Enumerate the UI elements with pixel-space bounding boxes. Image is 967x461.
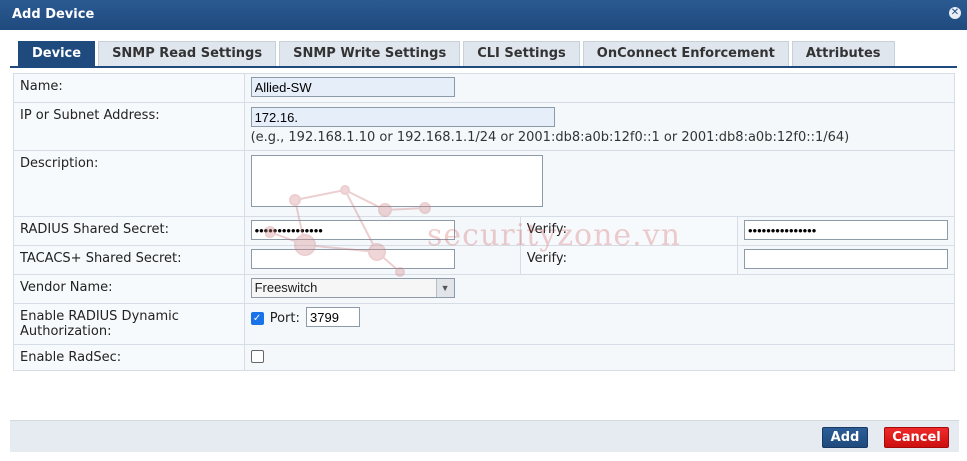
tacacs-verify-label: Verify: xyxy=(519,245,739,275)
vendor-selected-value: Freeswitch xyxy=(254,280,318,295)
add-button[interactable]: Add xyxy=(822,427,868,448)
tab-onconnect-enforcement[interactable]: OnConnect Enforcement xyxy=(582,41,789,66)
dialog-titlebar: Add Device ✕ xyxy=(0,0,967,30)
cancel-button[interactable]: Cancel xyxy=(884,427,949,448)
close-icon[interactable]: ✕ xyxy=(949,7,961,19)
tab-snmp-write-settings[interactable]: SNMP Write Settings xyxy=(279,41,461,66)
radius-secret-input[interactable] xyxy=(250,220,455,240)
tab-cli-settings[interactable]: CLI Settings xyxy=(463,41,580,66)
port-input[interactable] xyxy=(306,307,360,327)
tab-underline xyxy=(10,66,957,68)
description-textarea[interactable] xyxy=(250,155,543,207)
dialog-title: Add Device xyxy=(12,7,95,22)
vendor-select[interactable]: Freeswitch ▼ xyxy=(250,278,455,298)
radius-dyn-auth-label: Enable RADIUS Dynamic Authorization: xyxy=(13,303,245,345)
description-label: Description: xyxy=(13,150,245,217)
vendor-label: Vendor Name: xyxy=(13,274,245,304)
radius-dyn-auth-checkbox[interactable]: ✓ xyxy=(250,311,264,325)
ip-format-hint: (e.g., 192.168.1.10 or 192.168.1.1/24 or… xyxy=(250,130,850,145)
tacacs-verify-input[interactable] xyxy=(744,249,948,269)
radius-secret-label: RADIUS Shared Secret: xyxy=(13,216,245,246)
name-label: Name: xyxy=(13,73,245,103)
radius-verify-input[interactable] xyxy=(744,220,948,240)
name-input[interactable] xyxy=(250,77,455,97)
ip-address-input[interactable] xyxy=(250,107,555,127)
radsec-label: Enable RadSec: xyxy=(13,344,245,371)
ip-label: IP or Subnet Address: xyxy=(13,102,245,151)
tab-device[interactable]: Device xyxy=(18,41,96,66)
dropdown-arrow-icon[interactable]: ▼ xyxy=(435,279,454,297)
radsec-checkbox[interactable] xyxy=(250,350,264,363)
tab-bar: Device SNMP Read Settings SNMP Write Set… xyxy=(18,41,898,66)
device-form: Name: IP or Subnet Address: (e.g., 192.1… xyxy=(13,73,956,371)
tacacs-secret-input[interactable] xyxy=(250,249,455,269)
dialog-footer: Add Cancel xyxy=(10,420,959,452)
tacacs-secret-label: TACACS+ Shared Secret: xyxy=(13,245,245,275)
radius-verify-label: Verify: xyxy=(519,216,739,246)
tab-attributes[interactable]: Attributes xyxy=(791,41,895,66)
port-label: Port: xyxy=(269,310,300,326)
tab-snmp-read-settings[interactable]: SNMP Read Settings xyxy=(98,41,277,66)
